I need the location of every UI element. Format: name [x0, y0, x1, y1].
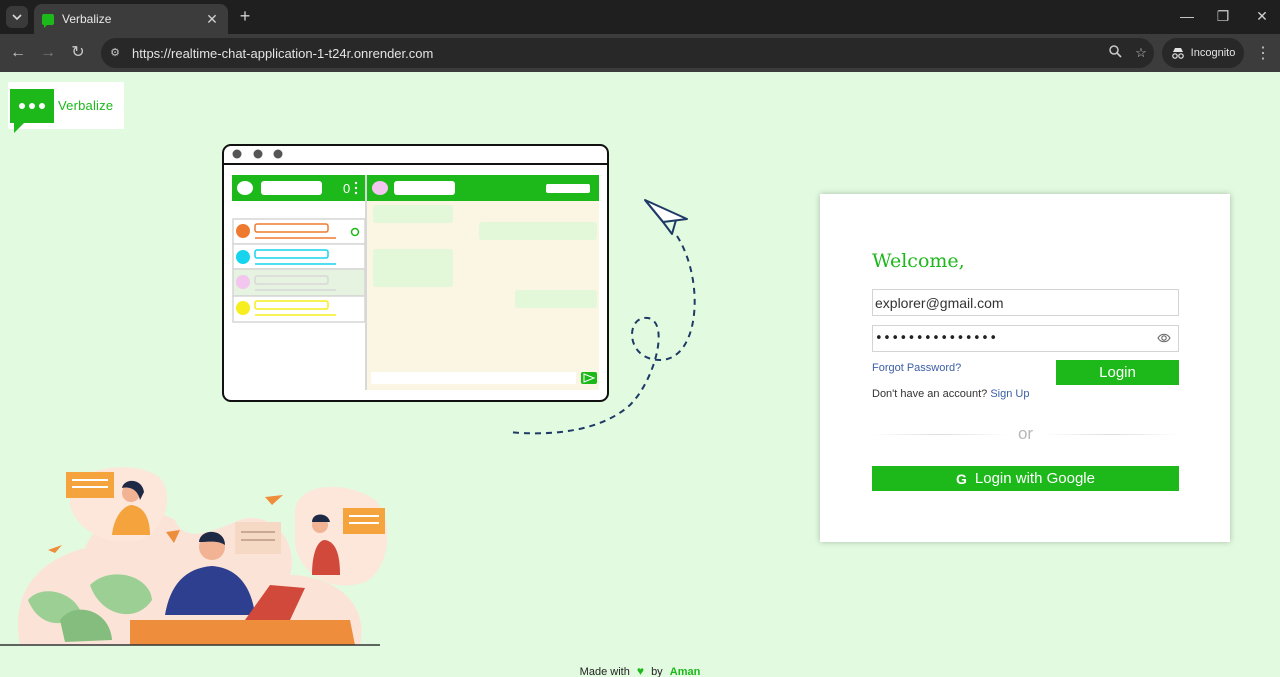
google-icon: G: [956, 470, 967, 487]
chat-bubble-icon: [10, 88, 54, 133]
or-divider: or: [872, 424, 1179, 444]
forgot-password-link[interactable]: Forgot Password?: [872, 362, 961, 374]
new-tab-button[interactable]: +: [236, 7, 254, 25]
reload-icon[interactable]: ↻: [68, 43, 88, 63]
or-text: or: [1017, 424, 1034, 443]
no-account-text: Don't have an account?: [872, 388, 988, 400]
author-link[interactable]: Aman: [670, 666, 701, 677]
menu-dots-icon[interactable]: ⋮: [1255, 43, 1271, 63]
by-text: by: [651, 666, 663, 677]
close-icon[interactable]: ✕: [204, 11, 220, 28]
divider-line: [872, 433, 1008, 435]
made-with-text: Made with: [579, 666, 630, 677]
login-card: Welcome, Forgot Password? Login Don't ha…: [820, 194, 1230, 542]
browser-tab-strip: Verbalize ✕ + — ❐ ✕: [0, 0, 1280, 34]
magnifier-icon: [1108, 45, 1122, 58]
verbalize-favicon-icon: [42, 13, 54, 28]
zoom-icon[interactable]: [1102, 45, 1128, 61]
hero-illustration: 0: [0, 144, 696, 646]
browser-toolbar: ← → ↻ ⚙ https://realtime-chat-applicatio…: [0, 34, 1280, 72]
bookmark-star-icon[interactable]: ☆: [1128, 45, 1154, 61]
restore-icon[interactable]: ❐: [1213, 8, 1233, 25]
verbalize-logo[interactable]: Verbalize: [8, 82, 124, 133]
password-input[interactable]: [873, 326, 1143, 351]
heart-icon: ♥: [636, 664, 644, 677]
site-info-icon[interactable]: ⚙: [108, 46, 122, 60]
logo-text: Verbalize: [58, 98, 114, 113]
forward-arrow-icon[interactable]: →: [38, 43, 58, 63]
chevron-down-icon: [12, 14, 22, 20]
incognito-label: Incognito: [1190, 47, 1236, 59]
paper-plane-icon: [644, 199, 688, 235]
login-with-google-button[interactable]: G Login with Google: [872, 466, 1179, 491]
incognito-icon: [1171, 48, 1184, 59]
minimize-icon[interactable]: —: [1177, 8, 1197, 24]
incognito-badge[interactable]: Incognito: [1162, 38, 1244, 68]
login-button[interactable]: Login: [1056, 360, 1179, 385]
footer: Made with ♥ by Aman: [0, 664, 1280, 677]
browser-tab[interactable]: Verbalize ✕: [34, 4, 228, 34]
signup-link[interactable]: Sign Up: [990, 388, 1029, 400]
eye-icon[interactable]: [1157, 332, 1171, 344]
signup-prompt: Don't have an account? Sign Up: [872, 388, 1029, 400]
tab-title: Verbalize: [62, 12, 112, 26]
people-chatting-illustration: [0, 467, 388, 646]
back-arrow-icon[interactable]: ←: [8, 43, 28, 63]
email-field[interactable]: [872, 289, 1179, 316]
window-close-icon[interactable]: ✕: [1252, 8, 1272, 25]
address-bar[interactable]: ⚙ https://realtime-chat-application-1-t2…: [101, 38, 1154, 68]
chat-window-mockup: 0: [222, 144, 609, 402]
divider-line: [1043, 433, 1179, 435]
tab-search-button[interactable]: [6, 6, 28, 28]
password-field[interactable]: [872, 325, 1179, 352]
google-button-label: Login with Google: [974, 470, 1095, 487]
svg-text:0: 0: [343, 181, 350, 196]
url-text[interactable]: https://realtime-chat-application-1-t24r…: [132, 46, 1102, 61]
welcome-heading: Welcome,: [872, 250, 965, 272]
